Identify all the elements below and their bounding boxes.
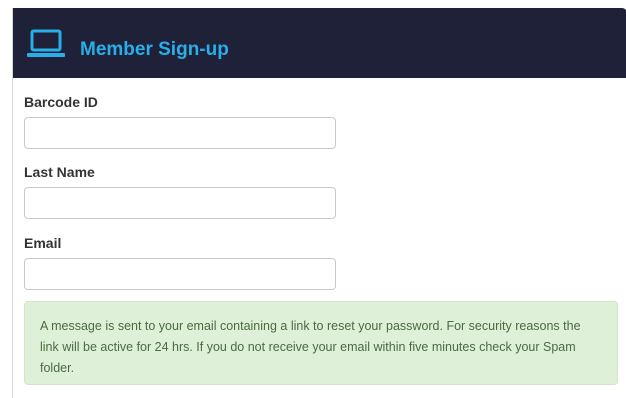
email-input[interactable] — [24, 258, 336, 290]
page-title: Member Sign-up — [80, 39, 229, 60]
barcode-id-input[interactable] — [24, 117, 336, 149]
panel-header: Member Sign-up — [13, 8, 626, 78]
email-label: Email — [24, 235, 62, 251]
last-name-input[interactable] — [24, 187, 336, 219]
laptop-icon — [27, 29, 65, 57]
member-signup-panel: Member Sign-up Barcode ID Last Name Emai… — [12, 8, 626, 398]
password-reset-notice: A message is sent to your email containi… — [24, 301, 618, 385]
last-name-label: Last Name — [24, 164, 95, 180]
barcode-id-label: Barcode ID — [24, 94, 98, 110]
